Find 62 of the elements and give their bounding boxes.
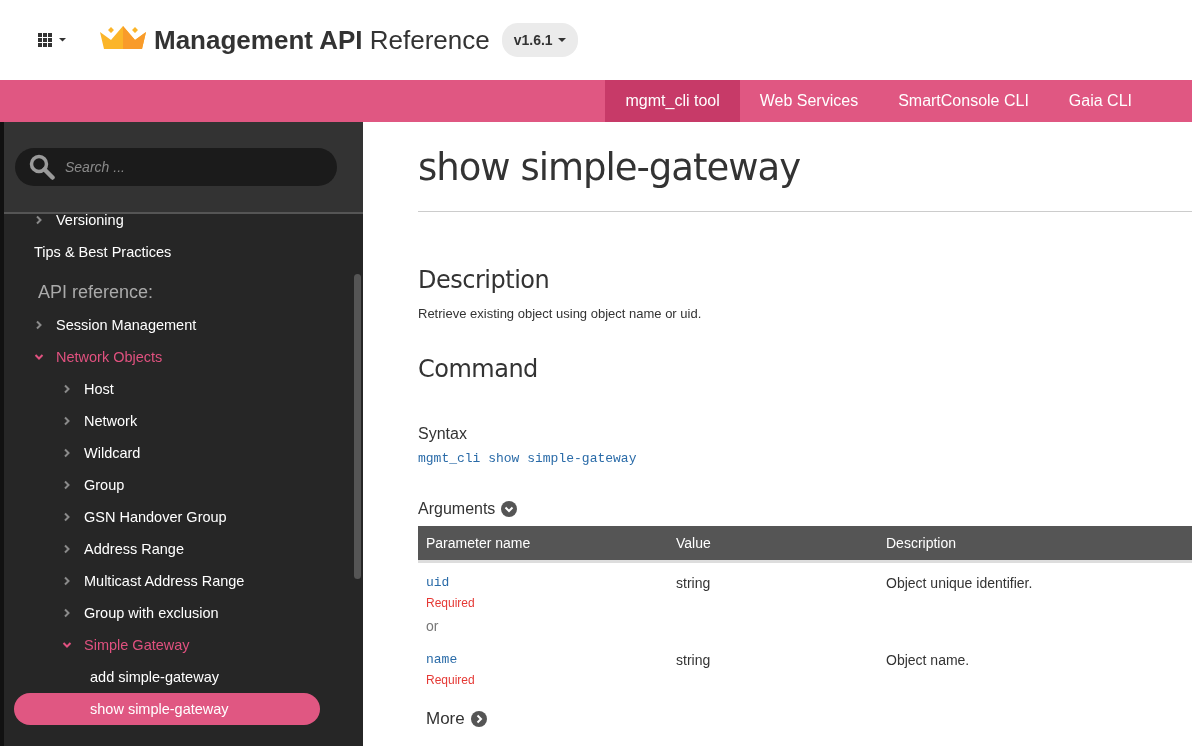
chevron-right-icon bbox=[62, 384, 72, 394]
chevron-circle-icon[interactable] bbox=[501, 501, 518, 517]
sidebar-item[interactable]: Multicast Address Range bbox=[14, 565, 320, 597]
column-header: Value bbox=[668, 526, 878, 562]
nav-tab[interactable]: SmartConsole CLI bbox=[878, 80, 1049, 122]
caret-icon bbox=[557, 38, 566, 42]
nav-tab[interactable]: Gaia CLI bbox=[1048, 80, 1152, 122]
column-header: Parameter name bbox=[418, 526, 668, 562]
chevron-down-icon bbox=[62, 640, 72, 650]
description-text: Retrieve existing object using object name or uid. bbox=[418, 306, 703, 321]
site-title: Management API Reference bbox=[154, 24, 490, 56]
sidebar-item[interactable]: Network Objects bbox=[14, 341, 320, 373]
nav-tab[interactable]: Web Services bbox=[739, 80, 879, 122]
chevron-right-icon bbox=[34, 320, 44, 330]
syntax-code: mgmt_cli show simple-gateway bbox=[418, 451, 638, 466]
search-icon bbox=[29, 154, 55, 180]
apps-menu-icon[interactable] bbox=[38, 33, 68, 47]
separator-text: or bbox=[426, 618, 439, 634]
chevron-right-icon bbox=[62, 576, 72, 586]
parameter-name: uid bbox=[426, 575, 451, 590]
table-cell: string bbox=[676, 652, 711, 668]
chevron-down-icon bbox=[34, 352, 44, 362]
chevron-right-icon bbox=[62, 544, 72, 554]
sidebar-item[interactable]: Versioning bbox=[14, 214, 320, 236]
chevron-right-icon bbox=[62, 480, 72, 490]
section-heading: API reference: bbox=[37, 281, 155, 304]
sidebar-item[interactable]: show simple-gateway bbox=[14, 693, 320, 725]
more-toggle[interactable]: More bbox=[426, 709, 465, 729]
crown-logo-icon bbox=[98, 24, 148, 50]
sidebar-item[interactable]: Wildcard bbox=[14, 437, 320, 469]
sidebar-item[interactable]: GSN Handover Group bbox=[14, 501, 320, 533]
sidebar-item[interactable]: Simple Gateway bbox=[14, 629, 320, 661]
required-label: Required bbox=[426, 673, 476, 687]
chevron-right-icon bbox=[62, 608, 72, 618]
chevron-right-icon bbox=[62, 416, 72, 426]
chevron-right-icon bbox=[62, 448, 72, 458]
version-dropdown[interactable]: v1.6.1 bbox=[501, 23, 578, 57]
sidebar-item[interactable]: Session Management bbox=[14, 309, 320, 341]
table-cell: Object unique identifier. bbox=[886, 575, 1033, 591]
chevron-right-icon bbox=[62, 512, 72, 522]
subheading: Arguments bbox=[418, 500, 496, 518]
column-header: Description bbox=[878, 526, 1192, 562]
sidebar-item[interactable]: Network bbox=[14, 405, 320, 437]
page-title: show simple-gateway bbox=[418, 146, 802, 189]
sidebar-item[interactable]: Group with exclusion bbox=[14, 597, 320, 629]
section-heading: Command bbox=[418, 355, 539, 383]
nav-tab[interactable]: mgmt_cli tool bbox=[605, 80, 740, 122]
search-field[interactable]: Search ... bbox=[15, 148, 337, 186]
table-cell: Object name. bbox=[886, 652, 970, 668]
chevron-right-icon bbox=[34, 215, 44, 225]
sidebar-item[interactable]: Group bbox=[14, 469, 320, 501]
sidebar-item[interactable]: Host bbox=[14, 373, 320, 405]
section-heading: Description bbox=[418, 266, 551, 294]
sidebar-item[interactable]: add simple-gateway bbox=[14, 661, 320, 693]
sidebar-item[interactable]: Address Range bbox=[14, 533, 320, 565]
required-label: Required bbox=[426, 596, 476, 610]
chevron-circle-icon[interactable] bbox=[470, 711, 487, 727]
sidebar-item[interactable]: Tips & Best Practices bbox=[14, 236, 320, 268]
subheading: Syntax bbox=[418, 425, 468, 443]
table-cell: string bbox=[676, 575, 711, 591]
parameter-name: name bbox=[426, 652, 459, 667]
scrollbar[interactable] bbox=[354, 274, 361, 579]
